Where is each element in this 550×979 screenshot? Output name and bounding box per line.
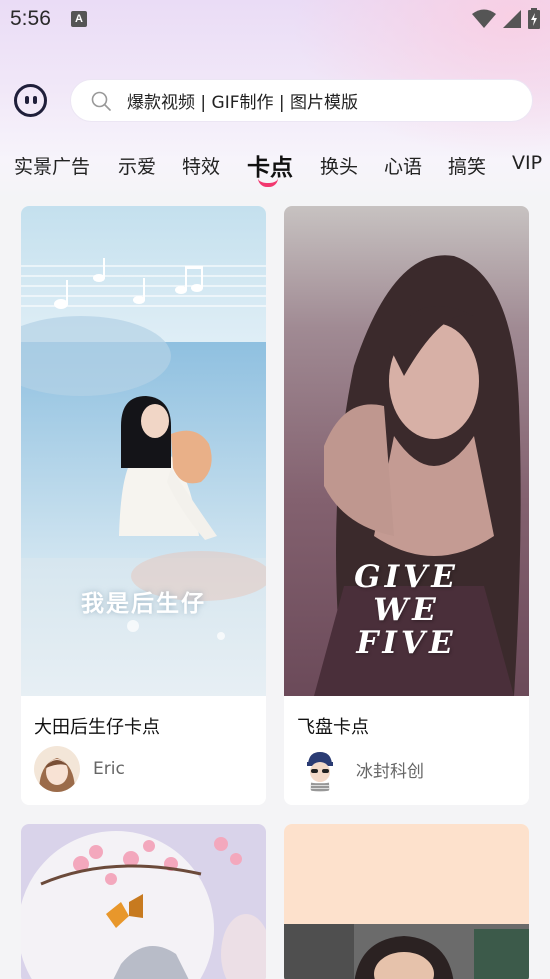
overlay-line-five: FIVE <box>356 625 457 661</box>
status-bar: 5:56 A <box>0 0 550 40</box>
app-logo-icon[interactable] <box>14 84 47 117</box>
card-title: 飞盘卡点 <box>297 717 369 738</box>
template-card[interactable]: 我是后生仔 大田后生仔卡点 Eric <box>21 206 266 805</box>
overlay-line-we: WE <box>373 592 440 628</box>
author-name: 冰封科创 <box>356 761 424 782</box>
tab-texiao[interactable]: 特效 <box>182 152 220 179</box>
avatar <box>297 746 343 792</box>
search-bar[interactable]: 爆款视频 | GIF制作 | 图片模版 <box>70 79 533 122</box>
card-thumbnail: GIVE WE FIVE <box>284 206 529 696</box>
card-author[interactable]: Eric <box>34 746 125 792</box>
search-placeholder: 爆款视频 | GIF制作 | 图片模版 <box>127 93 359 113</box>
card-title: 大田后生仔卡点 <box>34 717 160 738</box>
overlay-line-give: GIVE <box>354 559 459 595</box>
status-time: 5:56 <box>10 7 51 30</box>
tab-xinyu[interactable]: 心语 <box>384 152 422 179</box>
avatar <box>34 746 80 792</box>
card-overlay-text: GIVE WE FIVE <box>284 561 529 660</box>
battery-icon <box>528 8 540 33</box>
author-name: Eric <box>93 759 125 779</box>
card-thumbnail: 我是后生仔 <box>21 206 266 696</box>
tab-huantou[interactable]: 换头 <box>320 152 358 179</box>
card-author[interactable]: 冰封科创 <box>297 746 424 792</box>
wifi-icon <box>472 9 496 33</box>
template-card[interactable]: GIVE WE FIVE 飞盘卡点 冰封科创 <box>284 206 529 805</box>
card-overlay-text: 我是后生仔 <box>81 591 206 617</box>
tab-vip[interactable]: VIP <box>512 152 542 174</box>
card-thumbnail <box>21 824 266 979</box>
search-icon <box>91 91 111 111</box>
signal-icon <box>502 9 522 33</box>
tab-gaoxiao[interactable]: 搞笑 <box>448 152 486 179</box>
tab-shiai[interactable]: 示爱 <box>118 152 156 179</box>
template-card[interactable] <box>284 824 529 979</box>
tab-shijing-guanggao[interactable]: 实景广告 <box>14 152 90 179</box>
notification-a-icon: A <box>71 11 87 27</box>
category-tabs: 实景广告 示爱 特效 卡点 换头 心语 搞笑 VIP <box>0 140 550 190</box>
template-card[interactable] <box>21 824 266 979</box>
tab-kadian[interactable]: 卡点 <box>247 148 293 182</box>
active-tab-indicator <box>258 178 278 187</box>
card-thumbnail <box>284 824 529 979</box>
